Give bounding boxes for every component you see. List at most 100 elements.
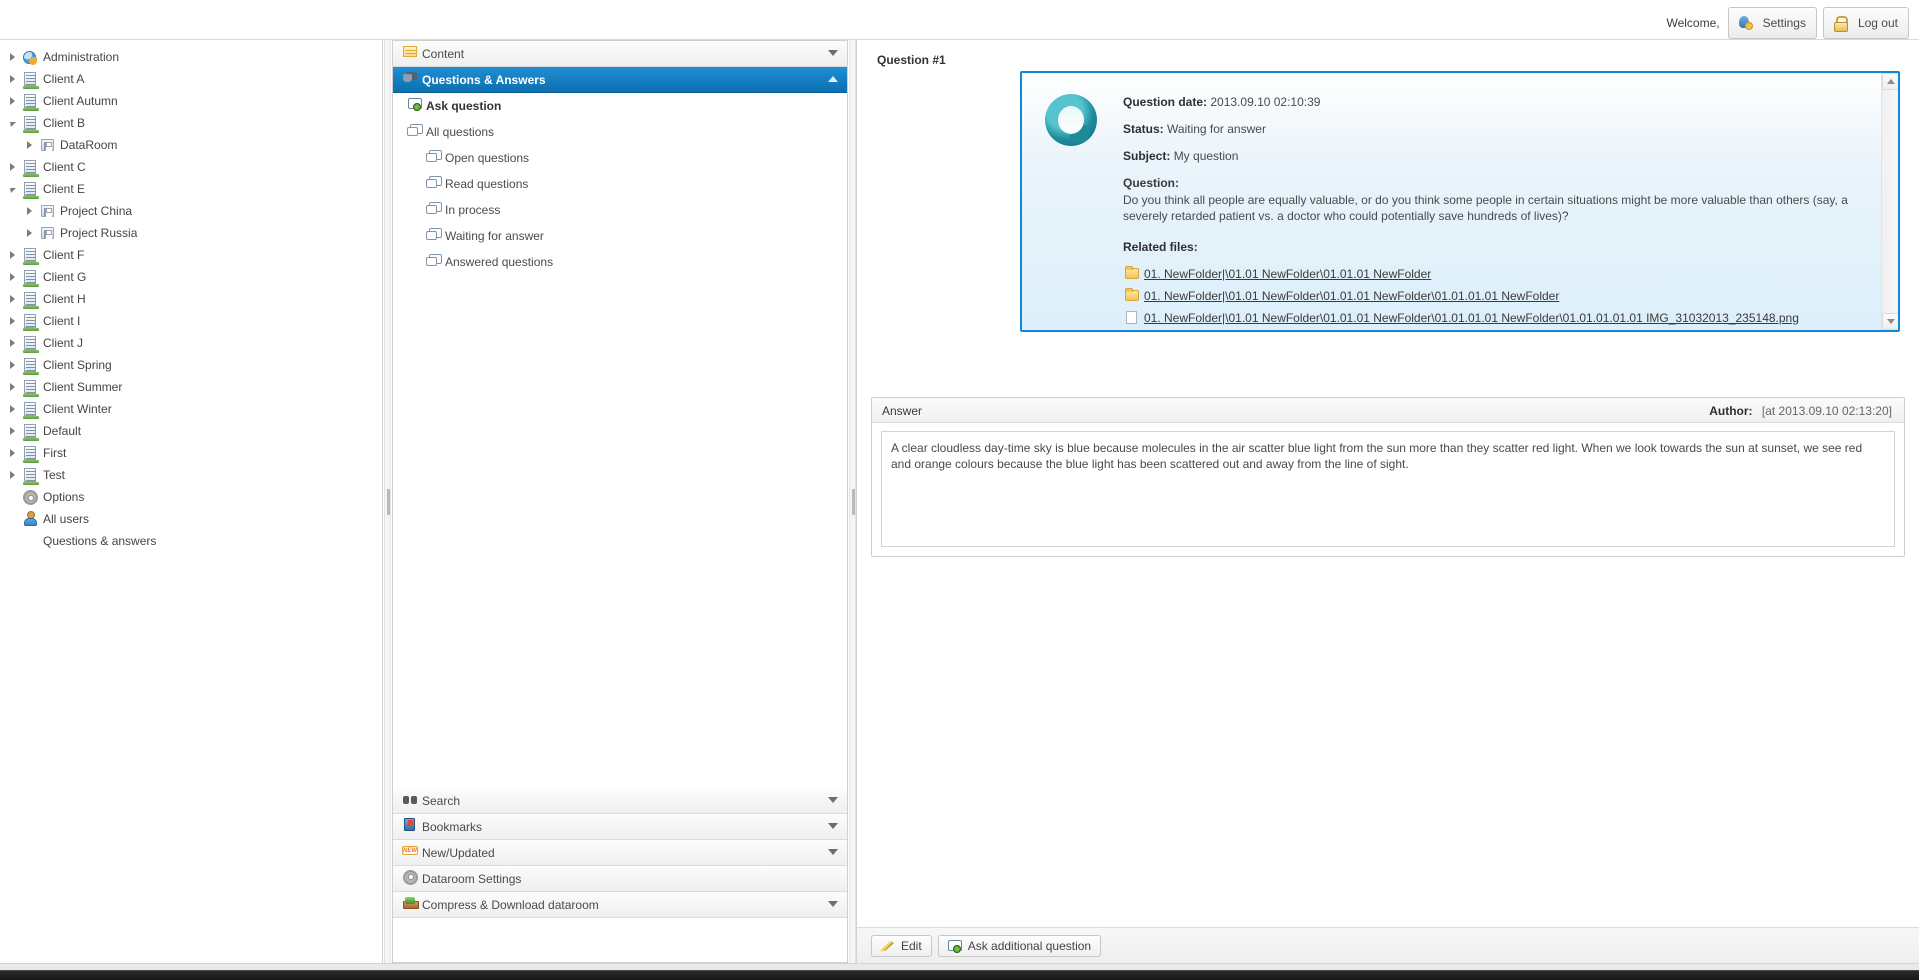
tree-item-client-winter[interactable]: Client Winter [0, 398, 382, 420]
tree-item-label: Project Russia [59, 226, 137, 240]
expand-toggle-icon[interactable] [4, 442, 21, 464]
related-files-list: 01. NewFolder|\01.01 NewFolder\01.01.01 … [1123, 263, 1870, 332]
accordion-section-content[interactable]: Content [393, 41, 847, 67]
related-file-row[interactable]: 01. NewFolder|\01.01 NewFolder\01.01.01 … [1123, 307, 1870, 329]
expand-toggle-icon[interactable] [4, 68, 21, 90]
nav-item-read-questions[interactable]: Read questions [393, 171, 847, 197]
collapse-toggle-icon[interactable] [4, 178, 21, 200]
related-file-row[interactable]: 01. NewFolder|\01.01 NewFolder\01.01.01 … [1123, 285, 1870, 307]
expand-toggle-icon[interactable] [4, 354, 21, 376]
nav-item-waiting-for-answer[interactable]: Waiting for answer [393, 223, 847, 249]
tree-item-client-spring[interactable]: Client Spring [0, 354, 382, 376]
tree-item-client-summer[interactable]: Client Summer [0, 376, 382, 398]
building-icon [21, 266, 39, 288]
tree-item-first[interactable]: First [0, 442, 382, 464]
related-file-link[interactable]: 01. NewFolder|\01.01 NewFolder\01.01.01 … [1144, 267, 1431, 281]
question-date-value: 2013.09.10 02:10:39 [1210, 95, 1320, 109]
accordion-section-bookmarks[interactable]: Bookmarks [393, 814, 847, 840]
question-footer-toolbar: Edit Ask additional question [857, 927, 1919, 963]
expand-toggle-icon[interactable] [21, 134, 38, 156]
scroll-down-icon[interactable] [1882, 313, 1899, 330]
tree-item-default[interactable]: Default [0, 420, 382, 442]
chevron-down-icon[interactable] [828, 50, 838, 56]
tree-item-client-b[interactable]: Client B [0, 112, 382, 134]
tree-item-label: Client G [42, 270, 86, 284]
building-icon [21, 288, 39, 310]
ask-additional-question-button[interactable]: Ask additional question [938, 935, 1101, 957]
related-file-link[interactable]: 01. NewFolder|\01.01 NewFolder\01.01.01 … [1144, 289, 1559, 303]
accordion-section-new-updated[interactable]: New/Updated [393, 840, 847, 866]
chevron-up-icon[interactable] [828, 76, 838, 82]
tree-item-project-china[interactable]: Project China [0, 200, 382, 222]
tree-item-all-users[interactable]: All users [0, 508, 382, 530]
nav-item-all-questions[interactable]: All questions [393, 119, 847, 145]
tree-item-client-g[interactable]: Client G [0, 266, 382, 288]
tree-item-client-j[interactable]: Client J [0, 332, 382, 354]
accordion-section-search[interactable]: Search [393, 788, 847, 814]
collapse-toggle-icon[interactable] [4, 112, 21, 134]
expand-toggle-icon[interactable] [4, 398, 21, 420]
accordion-section-questions-answers[interactable]: Questions & Answers [393, 67, 847, 93]
logout-button[interactable]: Log out [1823, 7, 1909, 39]
chevron-down-icon[interactable] [828, 797, 838, 803]
right-splitter-handle[interactable] [849, 40, 856, 963]
tree-item-project-russia[interactable]: Project Russia [0, 222, 382, 244]
bubble-light-icon [424, 171, 442, 197]
nav-item-answered-questions[interactable]: Answered questions [393, 249, 847, 275]
expand-toggle-icon[interactable] [4, 310, 21, 332]
expand-toggle-icon[interactable] [4, 420, 21, 442]
tree-item-client-i[interactable]: Client I [0, 310, 382, 332]
gear-icon [401, 866, 419, 892]
expand-toggle-icon[interactable] [4, 46, 21, 68]
question-card-scrollbar[interactable] [1881, 73, 1898, 330]
tree-item-dataroom[interactable]: DataRoom [0, 134, 382, 156]
tree-item-client-c[interactable]: Client C [0, 156, 382, 178]
related-file-row[interactable]: 02. Data\02.01 Data [1123, 329, 1870, 332]
nav-item-label: Waiting for answer [445, 229, 544, 243]
expand-toggle-icon[interactable] [4, 376, 21, 398]
tree-item-administration[interactable]: Administration [0, 46, 382, 68]
tree-item-label: All users [42, 512, 89, 526]
expand-toggle-icon[interactable] [4, 464, 21, 486]
nav-item-ask-question[interactable]: Ask question [393, 93, 847, 119]
navigation-accordion-bottom: SearchBookmarksNew/UpdatedDataroom Setti… [393, 788, 847, 918]
related-file-link[interactable]: 01. NewFolder|\01.01 NewFolder\01.01.01 … [1144, 311, 1799, 325]
accordion-section-compress-download-dataroom[interactable]: Compress & Download dataroom [393, 892, 847, 918]
expand-toggle-icon[interactable] [4, 266, 21, 288]
nav-item-open-questions[interactable]: Open questions [393, 145, 847, 171]
question-subject-label: Subject: [1123, 149, 1170, 163]
tree-item-label: Client E [42, 182, 85, 196]
scroll-up-icon[interactable] [1882, 73, 1899, 90]
expand-toggle-icon[interactable] [4, 332, 21, 354]
expand-toggle-icon[interactable] [21, 222, 38, 244]
question-card: Question date: 2013.09.10 02:10:39 Statu… [1020, 71, 1900, 332]
tree-item-client-autumn[interactable]: Client Autumn [0, 90, 382, 112]
expand-toggle-icon[interactable] [4, 156, 21, 178]
related-file-row[interactable]: 01. NewFolder|\01.01 NewFolder\01.01.01 … [1123, 263, 1870, 285]
edit-button[interactable]: Edit [871, 935, 932, 957]
tree-item-test[interactable]: Test [0, 464, 382, 486]
expand-toggle-icon[interactable] [4, 288, 21, 310]
tree-item-client-f[interactable]: Client F [0, 244, 382, 266]
chevron-down-icon[interactable] [828, 823, 838, 829]
question-text: Do you think all people are equally valu… [1123, 192, 1870, 224]
chevron-down-icon[interactable] [828, 849, 838, 855]
tree-item-client-h[interactable]: Client H [0, 288, 382, 310]
tree-item-questions-answers[interactable]: Questions & answers [0, 530, 382, 552]
chevron-down-icon[interactable] [828, 901, 838, 907]
document-icon [1123, 307, 1141, 329]
expand-toggle-icon[interactable] [4, 90, 21, 112]
accordion-section-dataroom-settings[interactable]: Dataroom Settings [393, 866, 847, 892]
tree-item-client-a[interactable]: Client A [0, 68, 382, 90]
bubble-light-icon [424, 249, 442, 275]
tree-item-options[interactable]: Options [0, 486, 382, 508]
expand-toggle-icon[interactable] [21, 200, 38, 222]
related-files-label: Related files: [1123, 240, 1870, 254]
page-bottom-bar [0, 963, 1919, 970]
question-subject-row: Subject: My question [1123, 149, 1870, 164]
tree-item-client-e[interactable]: Client E [0, 178, 382, 200]
settings-button[interactable]: Settings [1728, 7, 1817, 39]
nav-item-in-process[interactable]: In process [393, 197, 847, 223]
left-splitter-handle[interactable] [384, 40, 391, 963]
expand-toggle-icon[interactable] [4, 244, 21, 266]
